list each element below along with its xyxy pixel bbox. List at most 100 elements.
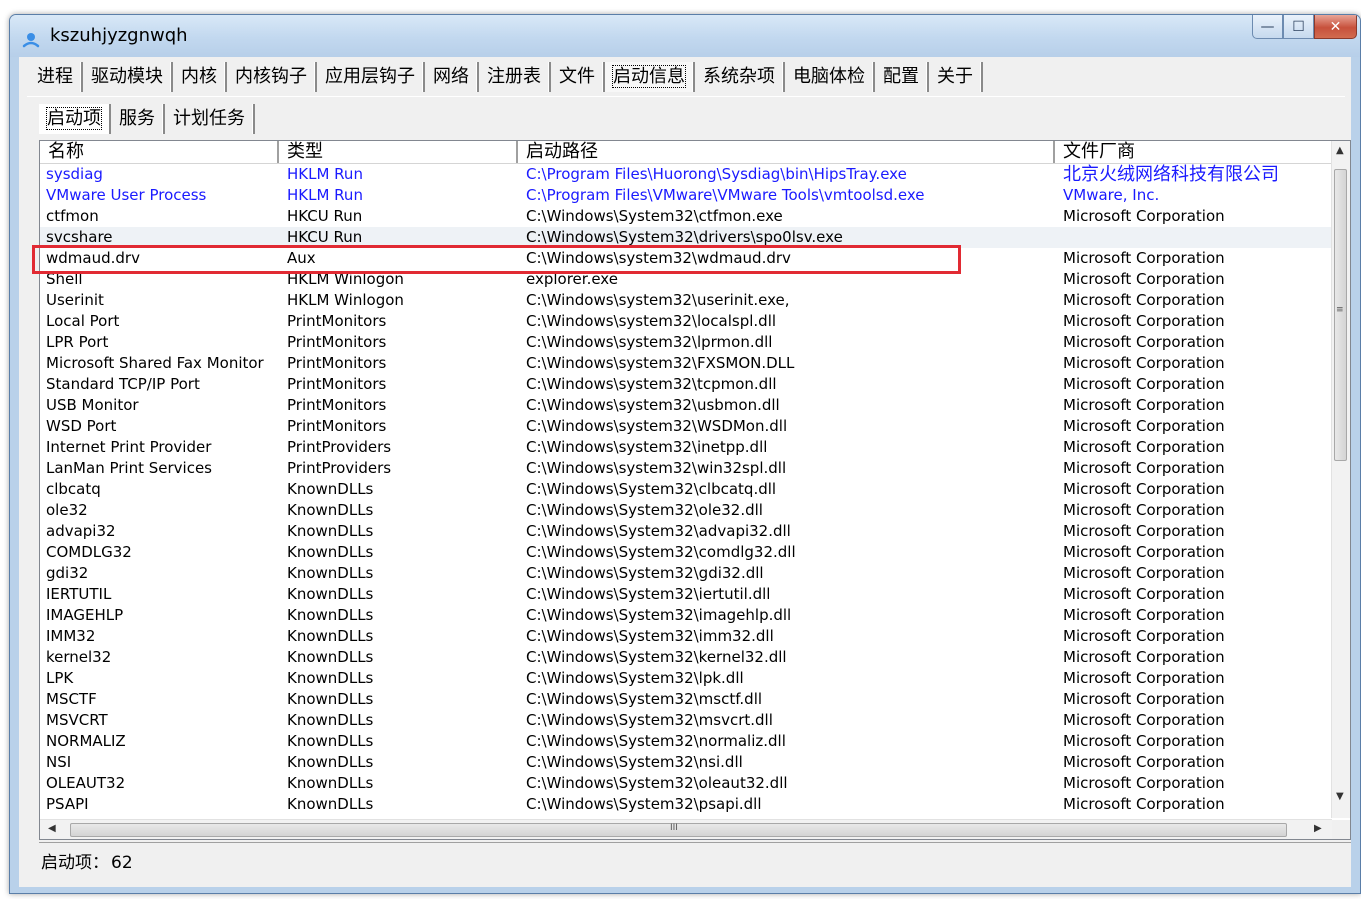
cell-name: Internet Print Provider [46, 438, 212, 456]
column-header-type[interactable]: 类型 [279, 141, 518, 163]
cell-vendor: Microsoft Corporation [1063, 585, 1225, 603]
cell-path: C:\Windows\System32\msvcrt.dll [526, 711, 773, 729]
cell-vendor: Microsoft Corporation [1063, 480, 1225, 498]
column-header-name[interactable]: 名称 [40, 141, 279, 163]
status-bar: 启动项： 62 [39, 842, 1351, 883]
cell-type: PrintMonitors [287, 396, 387, 414]
tab-4[interactable]: 应用层钩子 [317, 62, 425, 92]
cell-name: IMM32 [46, 627, 96, 645]
tab-9[interactable]: 系统杂项 [695, 62, 785, 92]
cell-name: IMAGEHLP [46, 606, 124, 624]
cell-vendor: Microsoft Corporation [1063, 312, 1225, 330]
table-row[interactable]: IMM32 KnownDLLs C:\Windows\System32\imm32.… [40, 626, 1332, 647]
table-row[interactable]: ctfmon HKCU Run C:\Windows\System32\ctfmon… [40, 206, 1332, 227]
table-row[interactable]: Local Port PrintMonitors C:\Windows\system… [40, 311, 1332, 332]
cell-type: KnownDLLs [287, 480, 374, 498]
column-header-vendor[interactable]: 文件厂商 [1055, 141, 1332, 163]
sub-tab-0[interactable]: 启动项 [39, 104, 111, 134]
table-row[interactable]: gdi32 KnownDLLs C:\Windows\System32\gdi32.… [40, 563, 1332, 584]
cell-name: clbcatq [46, 480, 101, 498]
tab-6[interactable]: 注册表 [479, 62, 551, 92]
table-row[interactable]: advapi32 KnownDLLs C:\Windows\System32\adv… [40, 521, 1332, 542]
cell-name: USB Monitor [46, 396, 139, 414]
list-header: 名称 类型 启动路径 文件厂商 [40, 141, 1332, 164]
table-row[interactable]: clbcatq KnownDLLs C:\Windows\System32\clbc… [40, 479, 1332, 500]
table-row[interactable]: LPK KnownDLLs C:\Windows\System32\lpk.dll M… [40, 668, 1332, 689]
cell-type: KnownDLLs [287, 627, 374, 645]
horizontal-scrollbar[interactable]: ◀ III ▶ [40, 819, 1332, 839]
startup-list[interactable]: 名称 类型 启动路径 文件厂商 sysdiag HKLM Run C:\Progra… [39, 140, 1351, 840]
caption-buttons: — ☐ ✕ [1252, 15, 1357, 41]
cell-type: KnownDLLs [287, 732, 374, 750]
tab-3[interactable]: 内核钩子 [227, 62, 317, 92]
cell-path: C:\Windows\system32\WSDMon.dll [526, 417, 788, 435]
table-row[interactable]: Standard TCP/IP Port PrintMonitors C:\Wind… [40, 374, 1332, 395]
table-row[interactable]: Shell HKLM Winlogon explorer.exe Microsoft … [40, 269, 1332, 290]
sub-tab-1[interactable]: 服务 [111, 104, 165, 134]
cell-path: C:\Windows\system32\inetpp.dll [526, 438, 768, 456]
table-row[interactable]: VMware User Process HKLM Run C:\Program Fi… [40, 185, 1332, 206]
table-row[interactable]: MSVCRT KnownDLLs C:\Windows\System32\msvcr… [40, 710, 1332, 731]
scroll-up-arrow-icon[interactable]: ▲ [1336, 145, 1344, 156]
tab-label: 电脑体检 [793, 66, 865, 87]
cell-name: sysdiag [46, 165, 103, 183]
table-row[interactable]: NORMALIZ KnownDLLs C:\Windows\System32\nor… [40, 731, 1332, 752]
tab-1[interactable]: 驱动模块 [83, 62, 173, 92]
vertical-scroll-thumb[interactable] [1334, 169, 1347, 461]
title-bar[interactable]: kszuhjyzgnwqh — ☐ ✕ [10, 15, 1360, 57]
table-row[interactable]: OLEAUT32 KnownDLLs C:\Windows\System32\ole… [40, 773, 1332, 794]
cell-name: Standard TCP/IP Port [46, 375, 200, 393]
table-row[interactable]: IERTUTIL KnownDLLs C:\Windows\System32\ier… [40, 584, 1332, 605]
cell-type: KnownDLLs [287, 690, 374, 708]
cell-vendor: Microsoft Corporation [1063, 795, 1225, 813]
tab-5[interactable]: 网络 [425, 62, 479, 92]
cell-name: ole32 [46, 501, 88, 519]
scroll-right-arrow-icon[interactable]: ▶ [1314, 823, 1322, 834]
cell-vendor: Microsoft Corporation [1063, 207, 1225, 225]
close-button[interactable]: ✕ [1314, 15, 1357, 39]
table-row[interactable]: IMAGEHLP KnownDLLs C:\Windows\System32\ima… [40, 605, 1332, 626]
table-row[interactable]: sysdiag HKLM Run C:\Program Files\Huorong\… [40, 164, 1332, 185]
table-row[interactable]: COMDLG32 KnownDLLs C:\Windows\System32\com… [40, 542, 1332, 563]
table-row[interactable]: USB Monitor PrintMonitors C:\Windows\syste… [40, 395, 1332, 416]
table-row[interactable]: Userinit HKLM Winlogon C:\Windows\system32… [40, 290, 1332, 311]
cell-vendor: Microsoft Corporation [1063, 501, 1225, 519]
column-header-path[interactable]: 启动路径 [518, 141, 1055, 163]
table-row[interactable]: Internet Print Provider PrintProviders C:\… [40, 437, 1332, 458]
table-row[interactable]: ole32 KnownDLLs C:\Windows\System32\ole32.… [40, 500, 1332, 521]
minimize-button[interactable]: — [1252, 15, 1283, 39]
horizontal-scroll-thumb[interactable] [70, 823, 1287, 837]
tab-2[interactable]: 内核 [173, 62, 227, 92]
tab-0[interactable]: 进程 [29, 62, 83, 92]
tab-12[interactable]: 关于 [929, 62, 983, 92]
vertical-grip-icon: ≡ [1336, 305, 1344, 315]
cell-path: C:\Windows\System32\imagehlp.dll [526, 606, 792, 624]
table-row[interactable]: Microsoft Shared Fax Monitor PrintMonitor… [40, 353, 1332, 374]
scroll-down-arrow-icon[interactable]: ▼ [1336, 791, 1344, 802]
table-row[interactable]: PSAPI KnownDLLs C:\Windows\System32\psapi.… [40, 794, 1332, 815]
table-row[interactable]: kernel32 KnownDLLs C:\Windows\System32\ker… [40, 647, 1332, 668]
cell-type: PrintMonitors [287, 375, 387, 393]
cell-path: C:\Windows\system32\wdmaud.drv [526, 249, 791, 267]
cell-vendor: Microsoft Corporation [1063, 396, 1225, 414]
list-rows: sysdiag HKLM Run C:\Program Files\Huorong\… [40, 164, 1332, 815]
status-label: 启动项： [41, 853, 109, 873]
tab-7[interactable]: 文件 [551, 62, 605, 92]
vertical-scrollbar[interactable]: ▲ ≡ ▼ [1331, 141, 1350, 818]
table-row[interactable]: wdmaud.drv Aux C:\Windows\system32\wdmaud.… [40, 248, 1332, 269]
tab-11[interactable]: 配置 [875, 62, 929, 92]
sub-tab-2[interactable]: 计划任务 [165, 104, 255, 134]
scroll-left-arrow-icon[interactable]: ◀ [48, 823, 56, 834]
table-row[interactable]: LPR Port PrintMonitors C:\Windows\system32… [40, 332, 1332, 353]
table-row[interactable]: MSCTF KnownDLLs C:\Windows\System32\msctf.… [40, 689, 1332, 710]
table-row[interactable]: NSI KnownDLLs C:\Windows\System32\nsi.dll M… [40, 752, 1332, 773]
tab-8[interactable]: 启动信息 [605, 62, 695, 92]
tab-10[interactable]: 电脑体检 [785, 62, 875, 92]
table-row[interactable]: LanMan Print Services PrintProviders C:\Wi… [40, 458, 1332, 479]
cell-type: KnownDLLs [287, 543, 374, 561]
cell-vendor: 北京火绒网络科技有限公司 [1063, 164, 1279, 185]
table-row[interactable]: WSD Port PrintMonitors C:\Windows\system32… [40, 416, 1332, 437]
cell-vendor: Microsoft Corporation [1063, 690, 1225, 708]
table-row[interactable]: svcshare HKCU Run C:\Windows\System32\driv… [40, 227, 1332, 248]
maximize-button[interactable]: ☐ [1283, 15, 1314, 39]
